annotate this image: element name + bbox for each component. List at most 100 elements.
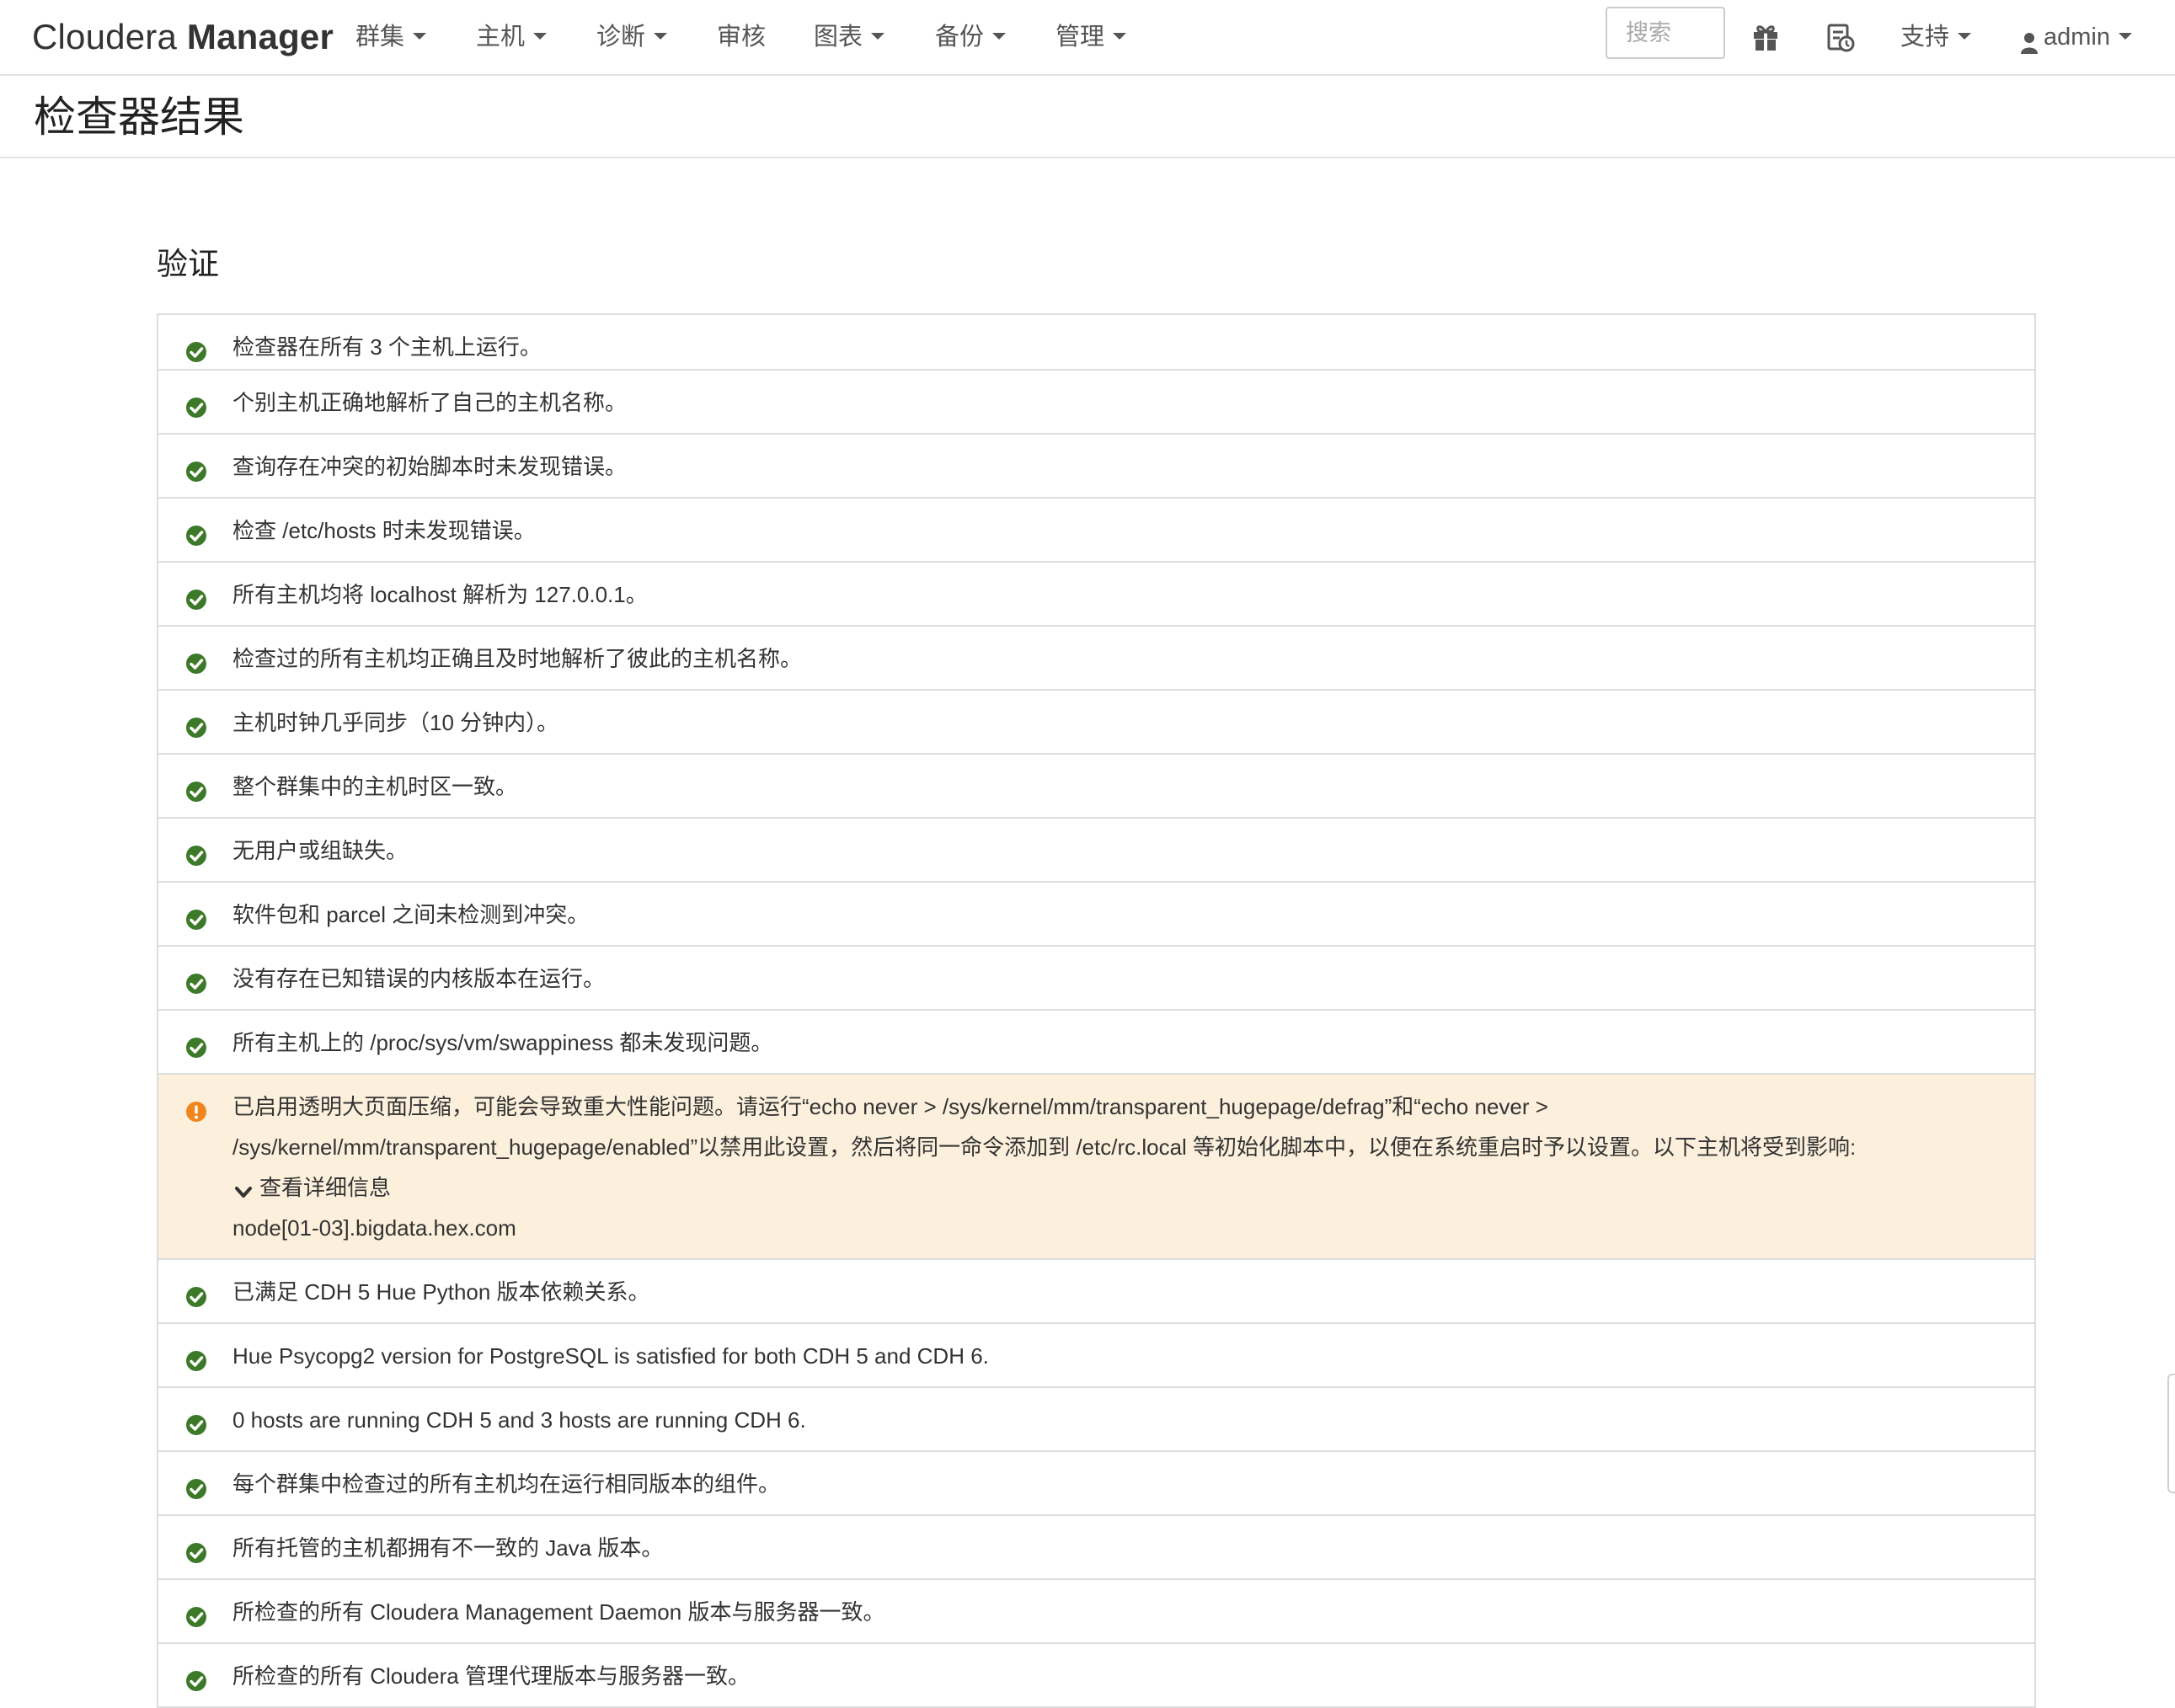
nav-support-label: 支持 — [1900, 24, 1950, 51]
caret-down-icon — [533, 33, 548, 40]
result-row-ok: 个别主机正确地解析了自己的主机名称。 — [158, 369, 2034, 433]
check-circle-icon — [185, 839, 207, 866]
result-row-ok: 查询存在冲突的初始脚本时未发现错误。 — [158, 433, 2034, 497]
result-text: Hue Psycopg2 version for PostgreSQL is s… — [232, 1343, 989, 1369]
page-header: 检查器结果 — [0, 76, 2175, 158]
result-text: 主机时钟几乎同步（10 分钟内）。 — [232, 710, 559, 735]
result-text-line: 已启用透明大页面压缩，可能会导致重大性能问题。请运行“echo never > … — [232, 1094, 1548, 1119]
result-row-ok: 0 hosts are running CDH 5 and 3 hosts ar… — [158, 1386, 2034, 1450]
check-circle-icon — [185, 775, 207, 802]
nav-user-menu[interactable]: admin — [2020, 13, 2132, 61]
nav-charts-label: 图表 — [814, 24, 863, 51]
caret-down-icon — [992, 33, 1007, 40]
check-circle-icon — [185, 335, 207, 362]
result-text: 软件包和 parcel 之间未检测到冲突。 — [232, 902, 590, 927]
check-circle-icon — [185, 1344, 207, 1371]
check-circle-icon — [185, 1408, 207, 1435]
nav-hosts-label: 主机 — [476, 24, 526, 51]
check-circle-icon — [185, 1280, 207, 1307]
nav-administration-label: 管理 — [1055, 24, 1105, 51]
result-row-ok: 所有主机上的 /proc/sys/vm/swappiness 都未发现问题。 — [158, 1009, 2034, 1073]
nav-clusters-menu[interactable]: 群集 — [355, 13, 427, 61]
check-circle-icon — [185, 903, 207, 930]
check-circle-icon — [185, 1536, 207, 1563]
result-text: 所有主机均将 localhost 解析为 127.0.0.1。 — [232, 582, 648, 607]
caret-down-icon — [871, 33, 885, 40]
page-title: 检查器结果 — [34, 93, 244, 141]
check-circle-icon — [185, 1600, 207, 1627]
brand-name-light: Cloudera — [32, 17, 178, 56]
result-row-ok: 没有存在已知错误的内核版本在运行。 — [158, 945, 2034, 1009]
result-text: 整个群集中的主机时区一致。 — [232, 774, 518, 799]
result-row-ok: 检查过的所有主机均正确且及时地解析了彼此的主机名称。 — [158, 625, 2034, 689]
check-circle-icon — [185, 1031, 207, 1058]
result-row-ok: 每个群集中检查过的所有主机均在运行相同版本的组件。 — [158, 1450, 2034, 1514]
result-text: 所检查的所有 Cloudera 管理代理版本与服务器一致。 — [232, 1663, 750, 1689]
check-circle-icon — [185, 647, 207, 674]
nav-charts-menu[interactable]: 图表 — [814, 13, 885, 61]
user-icon — [2020, 24, 2039, 55]
check-circle-icon — [185, 711, 207, 738]
result-row-ok: 无用户或组缺失。 — [158, 817, 2034, 881]
affected-hosts: node[01-03].bigdata.hex.com — [232, 1215, 516, 1241]
caret-down-icon — [413, 33, 427, 40]
nav-audits-label: 审核 — [717, 24, 767, 51]
result-row-ok: 软件包和 parcel 之间未检测到冲突。 — [158, 881, 2034, 945]
check-circle-icon — [185, 519, 207, 546]
nav-administration-menu[interactable]: 管理 — [1055, 13, 1127, 61]
nav-diagnostics-menu[interactable]: 诊断 — [596, 13, 668, 61]
nav-user-label: admin — [2044, 24, 2110, 51]
caret-down-icon — [654, 33, 668, 40]
result-text: 所检查的所有 Cloudera Management Daemon 版本与服务器… — [232, 1599, 885, 1625]
check-circle-icon — [185, 455, 207, 482]
check-circle-icon — [185, 583, 207, 610]
result-row-ok: 所检查的所有 Cloudera 管理代理版本与服务器一致。 — [158, 1642, 2034, 1706]
result-row-warning: 已启用透明大页面压缩，可能会导致重大性能问题。请运行“echo never > … — [158, 1073, 2034, 1258]
result-text: 所有托管的主机都拥有不一致的 Java 版本。 — [232, 1535, 664, 1561]
caret-down-icon — [1958, 33, 1972, 40]
result-text: 检查 /etc/hosts 时未发现错误。 — [232, 518, 536, 543]
result-text: 查询存在冲突的初始脚本时未发现错误。 — [232, 454, 628, 479]
nav-backup-label: 备份 — [935, 24, 985, 51]
search-input[interactable] — [1606, 7, 1725, 59]
result-text: 已满足 CDH 5 Hue Python 版本依赖关系。 — [232, 1279, 650, 1305]
view-details-toggle[interactable]: 查看详细信息 — [232, 1167, 2001, 1208]
check-circle-icon — [185, 1664, 207, 1691]
caret-down-icon — [2119, 33, 2132, 40]
nav-backup-menu[interactable]: 备份 — [935, 13, 1007, 61]
gift-icon[interactable] — [1749, 20, 1782, 54]
cloudera-manager-logo[interactable]: Cloudera Manager — [32, 12, 334, 62]
section-title: 验证 — [157, 247, 219, 281]
result-text: 检查器在所有 3 个主机上运行。 — [232, 334, 542, 360]
result-row-ok: 主机时钟几乎同步（10 分钟内）。 — [158, 689, 2034, 753]
result-row-ok: 检查 /etc/hosts 时未发现错误。 — [158, 497, 2034, 561]
brand-name-bold: Manager — [186, 17, 334, 56]
result-row-ok: 检查器在所有 3 个主机上运行。 — [158, 315, 2034, 369]
nav-audits-link[interactable]: 审核 — [717, 13, 766, 61]
chevron-down-icon — [232, 1176, 254, 1198]
nav-clusters-label: 群集 — [355, 24, 405, 51]
view-details-label: 查看详细信息 — [259, 1175, 392, 1200]
running-commands-icon[interactable] — [1823, 20, 1857, 54]
result-row-ok: Hue Psycopg2 version for PostgreSQL is s… — [158, 1322, 2034, 1386]
result-row-ok: 所检查的所有 Cloudera Management Daemon 版本与服务器… — [158, 1578, 2034, 1642]
result-text: 无用户或组缺失。 — [232, 838, 409, 863]
exclamation-circle-icon — [185, 1095, 207, 1122]
nav-hosts-menu[interactable]: 主机 — [476, 13, 548, 61]
result-text: 所有主机上的 /proc/sys/vm/swappiness 都未发现问题。 — [232, 1030, 773, 1055]
check-circle-icon — [185, 391, 207, 418]
scrollbar-handle[interactable] — [2167, 1374, 2175, 1493]
nav-support-menu[interactable]: 支持 — [1900, 13, 1972, 61]
result-row-ok: 所有主机均将 localhost 解析为 127.0.0.1。 — [158, 561, 2034, 625]
result-text: 0 hosts are running CDH 5 and 3 hosts ar… — [232, 1407, 806, 1433]
check-circle-icon — [185, 1472, 207, 1499]
caret-down-icon — [1113, 33, 1127, 40]
result-text: 没有存在已知错误的内核版本在运行。 — [232, 966, 606, 991]
result-text: 每个群集中检查过的所有主机均在运行相同版本的组件。 — [232, 1471, 781, 1497]
result-row-ok: 所有托管的主机都拥有不一致的 Java 版本。 — [158, 1514, 2034, 1578]
check-circle-icon — [185, 967, 207, 994]
result-row-ok: 已满足 CDH 5 Hue Python 版本依赖关系。 — [158, 1258, 2034, 1322]
nav-diagnostics-label: 诊断 — [596, 24, 646, 51]
top-navbar: Cloudera Manager 群集 主机 诊断 审核 图表 备份 管理 搜索… — [0, 0, 2175, 76]
result-text-line: /sys/kernel/mm/transparent_hugepage/enab… — [232, 1134, 1857, 1160]
